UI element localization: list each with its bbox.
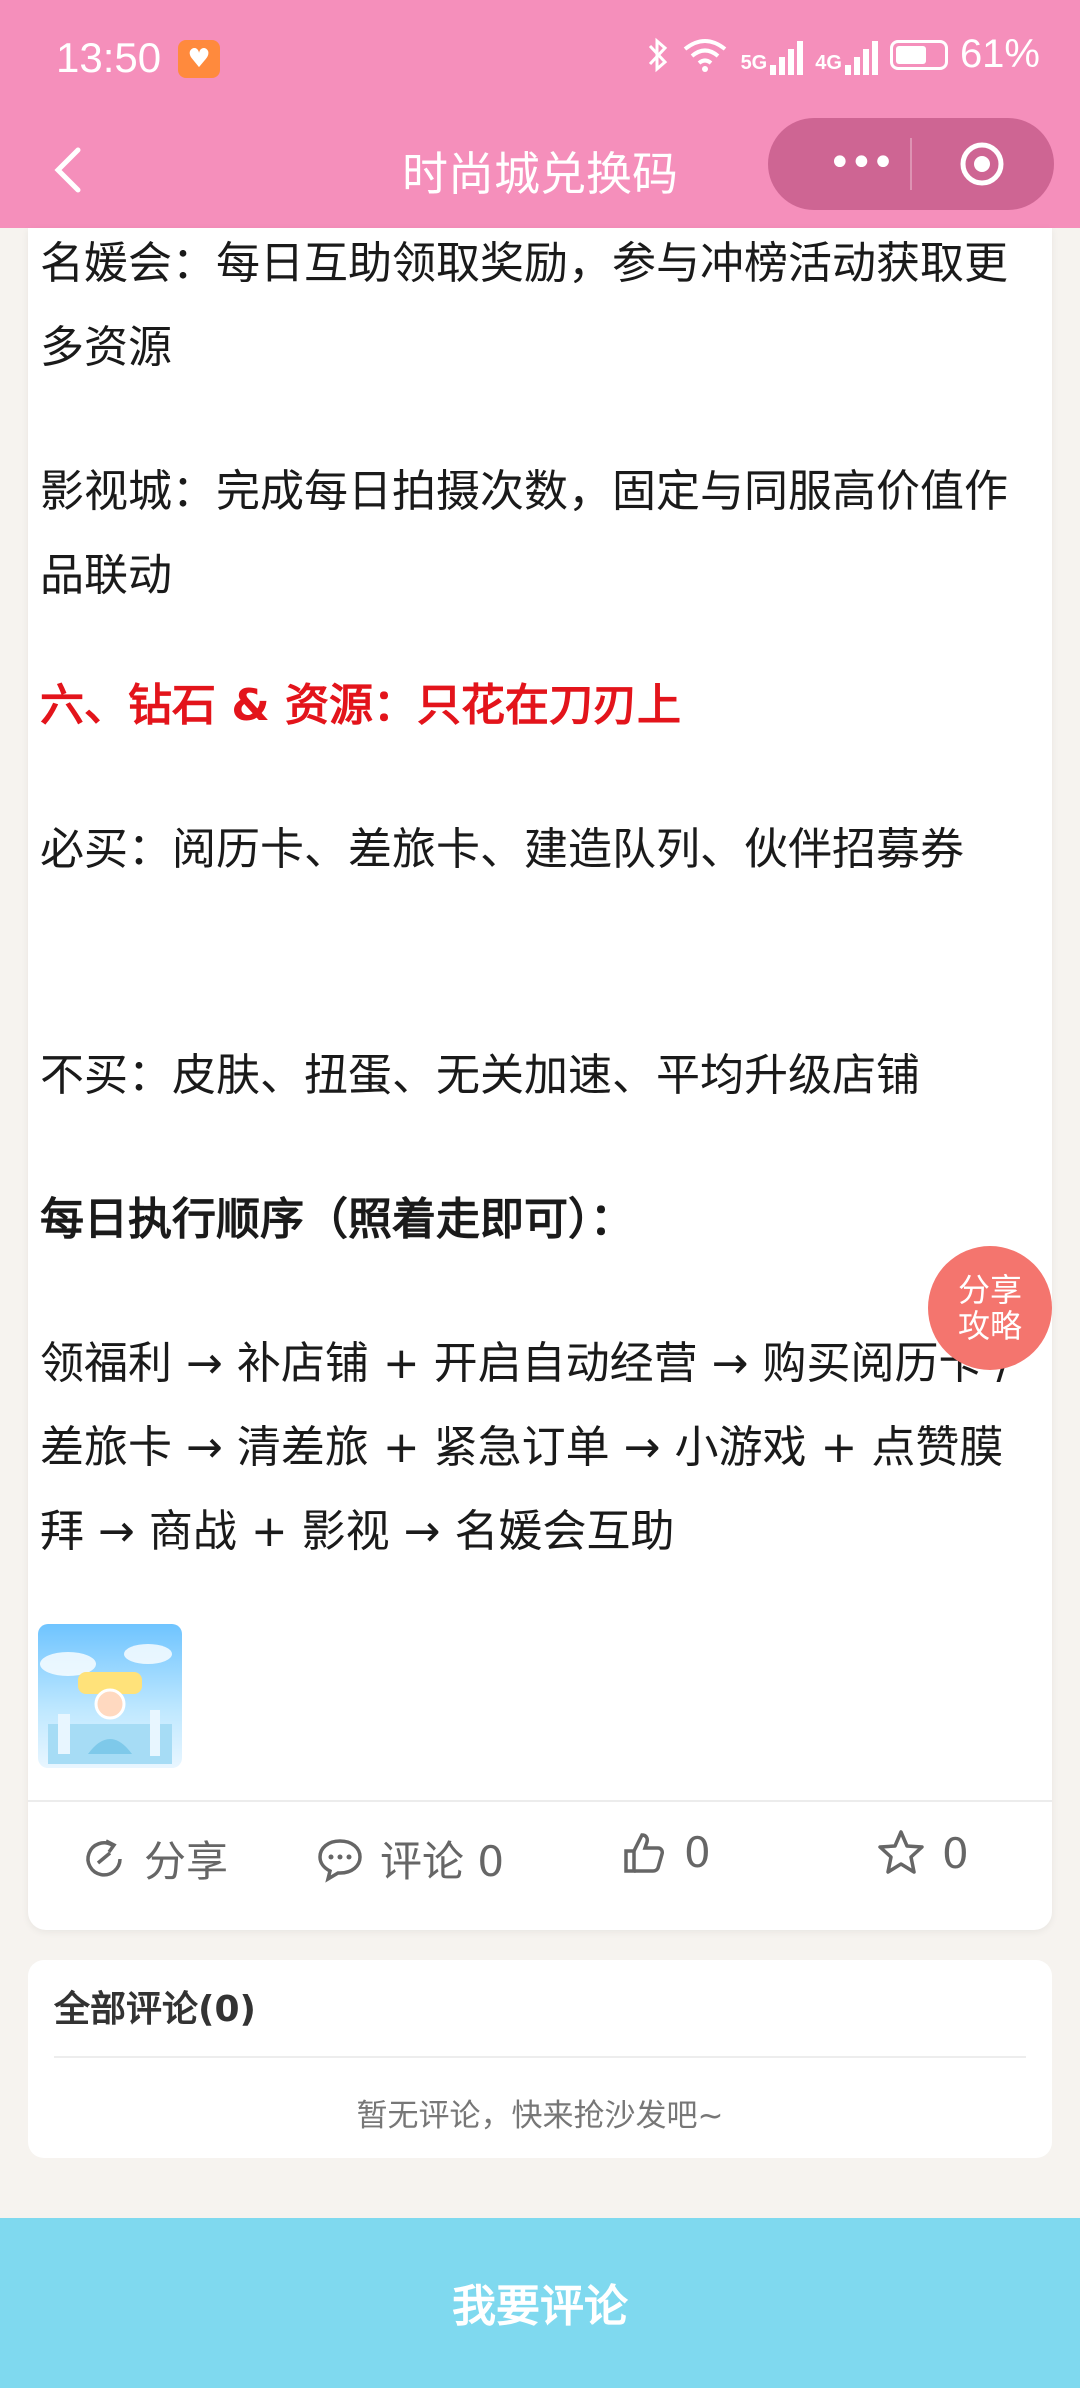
notification-heart-icon: ♥ — [178, 40, 220, 78]
comments-section: 全部评论(0) 暂无评论，快来抢沙发吧~ — [28, 1960, 1052, 2158]
bluetooth-icon — [648, 37, 667, 72]
paragraph-yingshi: 影视城：完成每日拍摄次数，固定与同服高价值作品联动 — [40, 466, 1008, 601]
section-heading-six: 六、钻石 & 资源：只花在刀刃上 — [40, 680, 682, 731]
comment-icon — [318, 1838, 362, 1883]
comments-divider — [54, 2056, 1026, 2058]
close-miniprogram-icon[interactable] — [958, 140, 1006, 188]
signal-4g-label: 4G — [815, 51, 842, 74]
write-comment-label: 我要评论 — [452, 2281, 628, 2332]
daily-order-heading: 每日执行顺序（照着走即可）： — [40, 1194, 634, 1245]
signal-5g-label: 5G — [740, 51, 768, 74]
article-image-thumbnail[interactable] — [38, 1624, 182, 1768]
status-bar: 13:50 ♥ 5G 4G 61% — [0, 0, 1080, 118]
thumbs-up-icon — [624, 1832, 664, 1873]
more-menu-icon[interactable]: ••• — [828, 143, 895, 183]
write-comment-button[interactable]: 我要评论 — [0, 2218, 1080, 2388]
share-button[interactable]: 分享 — [80, 1828, 228, 1889]
paragraph-mingyuan: 名媛会：每日互助领取奖励，参与冲榜活动获取更多资源 — [40, 238, 1008, 373]
like-button[interactable]: 0 — [620, 1828, 711, 1877]
nav-bar: 时尚城兑换码 ••• — [0, 118, 1080, 228]
fab-line-1: 分享 — [957, 1271, 1022, 1309]
battery-icon — [889, 39, 948, 70]
comment-label: 评论 0 — [380, 1837, 505, 1886]
comment-button[interactable]: 评论 0 — [316, 1828, 504, 1889]
star-icon — [878, 1830, 924, 1874]
capsule-divider — [910, 138, 912, 190]
fab-line-2: 攻略 — [957, 1307, 1022, 1345]
action-divider — [28, 1800, 1052, 1802]
paragraph-must-buy: 必买：阅历卡、差旅卡、建造队列、伙伴招募券 — [40, 824, 964, 875]
battery-percent: 61% — [959, 32, 1040, 76]
signal-5g-icon: 5G — [741, 35, 804, 75]
like-count: 0 — [684, 1828, 711, 1877]
status-icons: 5G 4G 61% — [647, 32, 1040, 77]
comments-empty-text: 暂无评论，快来抢沙发吧~ — [356, 2098, 724, 2134]
status-time: 13:50 — [56, 34, 162, 81]
action-bar: 分享 评论 0 0 0 — [28, 1828, 1052, 1898]
comments-title: 全部评论(0) — [54, 1989, 256, 2030]
paragraph-dont-buy: 不买：皮肤、扭蛋、无关加速、平均升级店铺 — [40, 1050, 920, 1101]
share-guide-fab[interactable]: 分享 攻略 — [928, 1246, 1052, 1370]
wifi-icon — [683, 38, 726, 72]
favorite-button[interactable]: 0 — [876, 1828, 969, 1878]
signal-4g-icon: 4G — [815, 35, 878, 75]
miniprogram-capsule: ••• — [768, 118, 1054, 210]
share-label: 分享 — [144, 1837, 229, 1886]
favorite-count: 0 — [942, 1828, 969, 1878]
share-icon — [86, 1838, 122, 1877]
article-card: 名媛会：每日互助领取奖励，参与冲榜活动获取更多资源 影视城：完成每日拍摄次数，固… — [28, 228, 1052, 1930]
paragraph-daily-steps: 领福利 → 补店铺 + 开启自动经营 → 购买阅历卡 / 差旅卡 → 清差旅 +… — [40, 1338, 1012, 1557]
